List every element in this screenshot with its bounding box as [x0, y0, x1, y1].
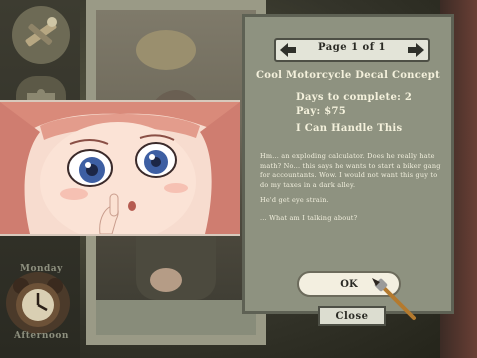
character-portrait [0, 100, 240, 236]
days-to-complete: Days to complete: 2 [296, 92, 413, 103]
tools-icon[interactable] [12, 6, 70, 64]
time-of-day-label: Afternoon [14, 331, 69, 341]
pay-amount: Pay: $75 [296, 106, 346, 117]
alarm-clock-icon[interactable] [6, 272, 70, 334]
next-page-button[interactable] [404, 40, 428, 60]
difficulty-comment: I Can Handle This [296, 123, 403, 134]
job-title: Cool Motorcycle Decal Concept [255, 70, 441, 81]
job-description: Hm... an exploding calculator. Does he r… [260, 152, 441, 189]
arrow-left-icon [280, 43, 296, 57]
close-button[interactable]: Close [318, 306, 386, 326]
job-description-line: ... What am I talking about? [260, 214, 358, 222]
prev-page-button[interactable] [276, 40, 300, 60]
job-description-line: He'd get eye strain. [260, 196, 329, 204]
frame-bottom [96, 300, 256, 335]
arrow-right-icon [408, 43, 424, 57]
page-indicator: Page 1 of 1 [318, 42, 386, 53]
